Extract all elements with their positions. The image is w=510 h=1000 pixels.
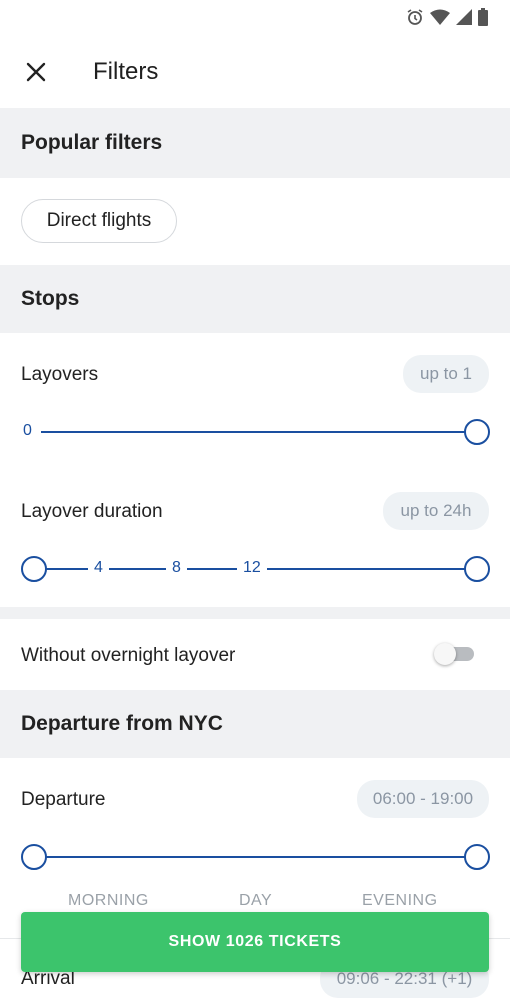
wifi-icon [430, 9, 450, 25]
toggle-thumb [434, 643, 456, 665]
duration-tick-12: 12 [237, 559, 267, 577]
page-title: Filters [93, 58, 159, 85]
battery-icon [478, 8, 488, 26]
layovers-max-handle[interactable] [464, 419, 490, 445]
layover-duration-min-handle[interactable] [21, 556, 47, 582]
departure-label: Departure [21, 789, 106, 810]
close-icon [26, 62, 46, 82]
alarm-icon [407, 9, 423, 25]
period-morning: MORNING [68, 892, 149, 909]
overnight-layover-toggle[interactable] [434, 642, 476, 666]
period-evening: EVENING [362, 892, 438, 909]
signal-icon [456, 9, 472, 25]
departure-min-handle[interactable] [21, 844, 47, 870]
section-header-stops: Stops [0, 265, 510, 333]
layovers-value-badge: up to 1 [403, 355, 489, 393]
close-button[interactable] [20, 56, 52, 88]
direct-flights-chip[interactable]: Direct flights [21, 199, 177, 243]
layover-duration-max-handle[interactable] [464, 556, 490, 582]
departure-max-handle[interactable] [464, 844, 490, 870]
section-divider [0, 607, 510, 619]
status-icons [406, 8, 488, 26]
section-header-popular: Popular filters [0, 108, 510, 178]
layover-duration-value-badge: up to 24h [383, 492, 489, 530]
duration-tick-8: 8 [166, 559, 187, 577]
status-bar [0, 0, 510, 36]
toolbar: Filters [0, 36, 510, 108]
layovers-slider[interactable]: 0 [21, 416, 491, 448]
period-day: DAY [239, 892, 273, 909]
slider-track [41, 431, 481, 433]
layover-duration-slider[interactable]: 4 8 12 [21, 553, 491, 585]
show-tickets-button[interactable]: SHOW 1026 TICKETS [21, 912, 489, 972]
overnight-layover-label: Without overnight layover [21, 645, 236, 666]
section-header-departure: Departure from NYC [0, 690, 510, 758]
departure-value-badge: 06:00 - 19:00 [357, 780, 489, 818]
duration-tick-4: 4 [88, 559, 109, 577]
departure-slider[interactable] [21, 841, 491, 873]
layover-duration-label: Layover duration [21, 501, 163, 522]
layovers-tick-0: 0 [21, 422, 38, 440]
layovers-label: Layovers [21, 364, 99, 385]
slider-track [33, 856, 477, 858]
